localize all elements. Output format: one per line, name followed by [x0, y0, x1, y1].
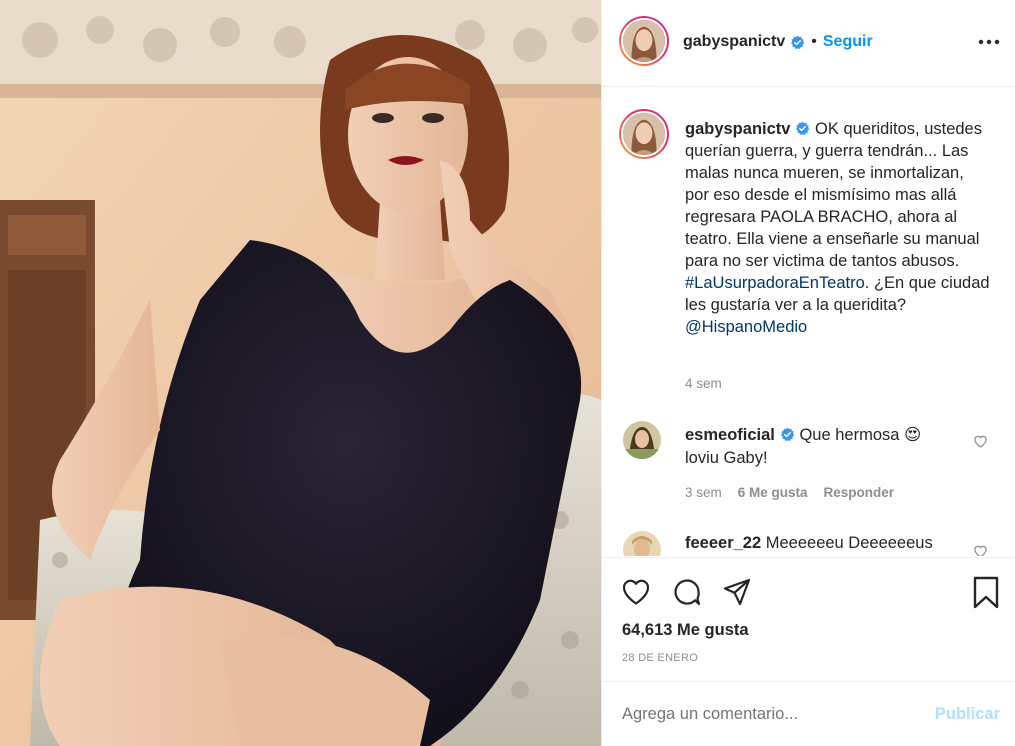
comment-username[interactable]: esmeoficial	[685, 426, 775, 444]
comment-timestamp[interactable]: 3 sem	[685, 485, 722, 500]
comments-list[interactable]: gabyspanictv OK queriditos, ustedes quer…	[602, 88, 1015, 556]
likes-count[interactable]: 64,613 Me gusta	[622, 621, 749, 640]
verified-badge-icon	[796, 121, 810, 135]
comment-body: Meeeeeeu Deeeeeeus	[761, 534, 933, 552]
comment-likes[interactable]: 6 Me gusta	[738, 485, 808, 500]
post-actions: 64,613 Me gusta 28 DE ENERO	[602, 557, 1015, 680]
comment-input[interactable]	[622, 705, 922, 724]
comment-text: esmeoficial Que hermosa 😍 loviu Gaby!	[685, 424, 955, 470]
hashtag-link[interactable]: #LaUsurpadoraEnTeatro	[685, 274, 865, 292]
post-date[interactable]: 28 DE ENERO	[622, 652, 698, 664]
author-avatar-image	[623, 20, 665, 62]
author-name-row: gabyspanictv • Seguir	[683, 33, 873, 51]
separator-dot: •	[811, 33, 817, 50]
comment-bubble-icon[interactable]	[672, 577, 702, 607]
caption-author-avatar[interactable]	[619, 109, 669, 159]
commenter-avatar-image	[623, 421, 661, 459]
post-photo[interactable]	[0, 0, 601, 746]
author-username[interactable]: gabyspanictv	[683, 33, 785, 51]
comment-text: feeeer_22 Meeeeeeu Deeeeeeus	[685, 532, 955, 555]
comment-avatar[interactable]	[623, 531, 661, 556]
post-details-panel: gabyspanictv • Seguir gabyspanictv OK qu…	[601, 0, 1015, 746]
follow-button[interactable]: Seguir	[823, 33, 873, 51]
comment-username[interactable]: feeeer_22	[685, 534, 761, 552]
mention-link[interactable]: @HispanoMedio	[685, 318, 807, 336]
post-image	[0, 0, 601, 746]
comment-meta: 3 sem 6 Me gusta Responder	[685, 485, 894, 500]
caption-avatar-image	[623, 113, 665, 155]
caption-text: gabyspanictv OK queriditos, ustedes quer…	[685, 118, 991, 338]
verified-badge-icon	[780, 427, 795, 441]
caption-timestamp[interactable]: 4 sem	[685, 376, 722, 391]
comment-like-icon[interactable]	[973, 544, 988, 556]
reply-button[interactable]: Responder	[824, 485, 895, 500]
more-horizontal-icon[interactable]	[978, 34, 1000, 50]
bookmark-icon[interactable]	[972, 576, 1000, 609]
author-avatar[interactable]	[619, 16, 669, 66]
commenter-avatar-image	[623, 531, 661, 556]
publish-button[interactable]: Publicar	[935, 705, 1000, 724]
heart-outline-icon[interactable]	[621, 577, 651, 607]
caption-body: OK queriditos, ustedes querían guerra, y…	[685, 120, 982, 270]
verified-badge-icon	[791, 35, 805, 49]
post-header: gabyspanictv • Seguir	[602, 0, 1015, 87]
comment-avatar[interactable]	[623, 421, 661, 459]
comment-like-icon[interactable]	[973, 434, 988, 448]
caption-username[interactable]: gabyspanictv	[685, 120, 790, 138]
paper-plane-icon[interactable]	[722, 577, 752, 607]
add-comment-bar: Publicar	[602, 681, 1015, 746]
